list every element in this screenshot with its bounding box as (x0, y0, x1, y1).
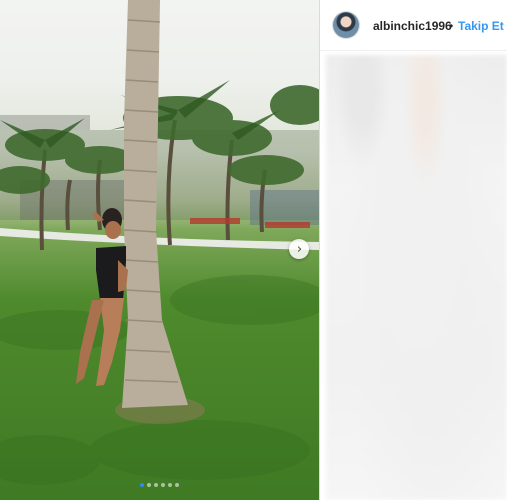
avatar[interactable] (333, 12, 359, 38)
follow-button[interactable]: Takip Et (458, 19, 504, 33)
carousel-indicator (0, 483, 319, 487)
carousel-dot (175, 483, 179, 487)
carousel-dot (161, 483, 165, 487)
carousel-next-button[interactable]: › (289, 239, 309, 259)
post-photo[interactable]: › (0, 0, 319, 500)
header-separator: • (449, 19, 454, 33)
blurred-comments-area (326, 55, 507, 500)
chevron-right-icon: › (296, 241, 303, 257)
post-side-panel: albinchic1996 • Takip Et (320, 0, 507, 500)
header-divider (320, 50, 507, 51)
carousel-dot (168, 483, 172, 487)
carousel-dot (154, 483, 158, 487)
carousel-dot (140, 483, 144, 487)
carousel-dot (147, 483, 151, 487)
photo-scene (0, 0, 319, 485)
username-link[interactable]: albinchic1996 (373, 19, 452, 33)
post-header: albinchic1996 • Takip Et (320, 0, 507, 50)
